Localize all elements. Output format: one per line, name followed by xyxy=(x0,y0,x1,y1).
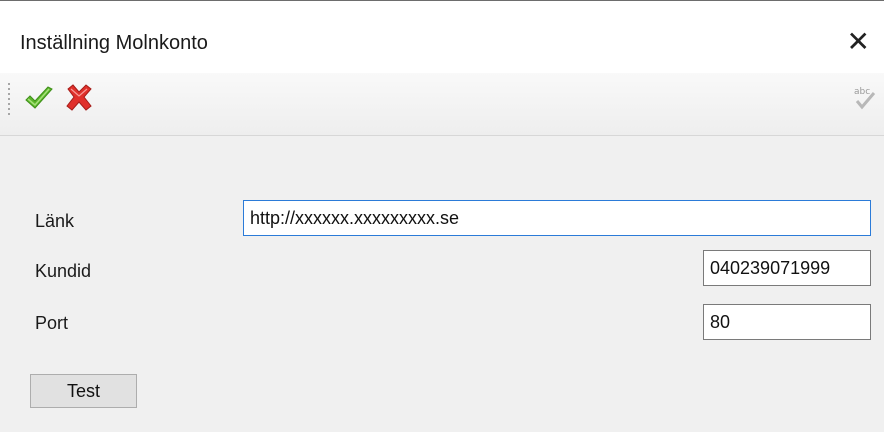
window-title: Inställning Molnkonto xyxy=(20,32,208,54)
port-label: Port xyxy=(35,313,69,333)
red-x-icon xyxy=(66,84,92,111)
title-bar: Inställning Molnkonto ✕ xyxy=(0,1,884,73)
toolbar-grip[interactable] xyxy=(8,83,10,115)
svg-text:abc: abc xyxy=(854,87,870,97)
toolbar: abc xyxy=(0,73,884,136)
customer-id-input[interactable] xyxy=(703,250,871,286)
close-button[interactable]: ✕ xyxy=(847,28,870,56)
spellcheck-icon: abc xyxy=(854,87,876,110)
save-button[interactable] xyxy=(22,81,56,115)
link-input[interactable] xyxy=(243,200,871,236)
spellcheck-button[interactable]: abc xyxy=(848,81,878,115)
customer-id-label: Kundid xyxy=(35,261,92,281)
test-button[interactable]: Test xyxy=(30,374,137,408)
settings-form: Länk Kundid Port Test xyxy=(0,136,884,432)
port-input[interactable] xyxy=(703,304,871,340)
cancel-button[interactable] xyxy=(62,81,96,115)
green-checkmark-icon xyxy=(25,86,53,109)
link-label: Länk xyxy=(35,211,75,231)
